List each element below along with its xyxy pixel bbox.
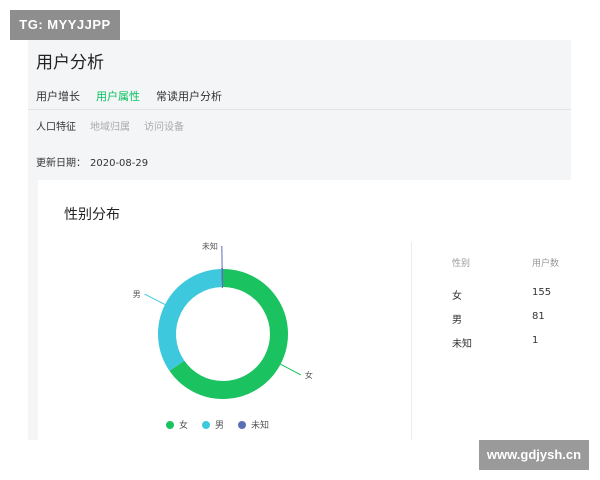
table-header-count: 用户数 [532,259,560,269]
legend-item-unknown[interactable]: 未知 [238,418,269,431]
tab-user-attributes[interactable]: 用户属性 [96,88,140,110]
leader-line-male [144,293,166,305]
tab-user-growth[interactable]: 用户增长 [36,88,80,110]
subtab-devices[interactable]: 访问设备 [144,118,184,133]
donut-slice-male[interactable] [158,269,223,371]
gender-donut-chart: 女 男 未知 [133,241,313,399]
table-cell-gender: 男 [452,315,462,326]
legend-dot-unknown [238,420,247,429]
tab-frequent-readers[interactable]: 常读用户分析 [156,88,222,110]
slice-label-unknown: 未知 [202,241,218,251]
vertical-divider [411,242,412,440]
update-date-value: 2020-08-29 [90,158,149,169]
subtab-region[interactable]: 地域归属 [90,118,130,133]
page-title: 用户分析 [36,53,104,73]
table-header-gender: 性别 [452,259,471,269]
update-date-label: 更新日期： [36,158,86,169]
update-date: 更新日期： 2020-08-29 [36,154,148,169]
watermark-top-left: TG: MYYJJPP [10,10,120,40]
gender-distribution-card: 性别分布 女男未知 女 男 未知 性别 用户数 女 155 男 81 未知 1 [38,180,571,440]
table-cell-gender: 未知 [452,339,472,350]
legend-dot-male [202,420,211,429]
legend-dot-female [166,420,174,429]
legend-label-male: 男 [215,421,225,431]
app-panel: 用户分析 用户增长 用户属性 常读用户分析 人口特征 地域归属 访问设备 更新日… [28,40,571,440]
table-cell-count: 81 [532,311,545,322]
table-header: 性别 用户数 [452,256,572,269]
subtab-demographics[interactable]: 人口特征 [36,118,76,133]
leader-line-female [280,363,302,376]
legend-item-female[interactable]: 女 [166,418,188,431]
legend-label-unknown: 未知 [251,421,270,431]
tab-divider [28,109,571,110]
main-tabs: 用户增长 用户属性 常读用户分析 [36,88,222,110]
table-cell-gender: 女 [452,291,462,302]
chart-legend: 女 男 未知 [166,418,269,431]
legend-item-male[interactable]: 男 [202,418,224,431]
table-cell-count: 1 [532,335,539,346]
legend-label-female: 女 [179,421,189,431]
watermark-bottom-right: www.gdjysh.cn [479,440,589,470]
slice-label-female: 女 [305,370,313,380]
sub-tabs: 人口特征 地域归属 访问设备 [36,118,184,133]
slice-label-male: 男 [133,290,141,299]
table-row: 女 155 [452,287,572,302]
table-cell-count: 155 [532,287,552,298]
table-row: 男 81 [452,311,572,326]
gender-table: 性别 用户数 女 155 男 81 未知 1 [452,256,572,359]
table-row: 未知 1 [452,335,572,350]
